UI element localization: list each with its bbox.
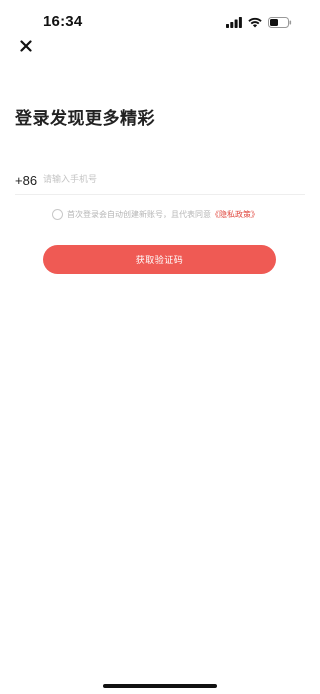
status-time: 16:34 bbox=[43, 13, 83, 30]
phone-number-input[interactable] bbox=[43, 170, 283, 190]
cellular-signal-icon bbox=[226, 16, 242, 28]
close-button[interactable] bbox=[17, 37, 35, 55]
agreement-text: 首次登录会自动创建新账号，且代表同意 bbox=[67, 210, 211, 219]
battery-icon bbox=[268, 16, 292, 28]
close-icon bbox=[20, 40, 32, 52]
country-code-selector[interactable]: +86 bbox=[15, 173, 43, 188]
agreement-checkbox[interactable] bbox=[52, 209, 63, 220]
phone-number-row: +86 bbox=[15, 166, 305, 195]
agreement-row: 首次登录会自动创建新账号，且代表同意 《隐私政策》 bbox=[52, 209, 259, 220]
wifi-icon bbox=[248, 17, 262, 27]
page-title: 登录发现更多精彩 bbox=[15, 109, 155, 129]
get-verification-code-button[interactable]: 获取验证码 bbox=[43, 245, 276, 274]
status-bar: 16:34 bbox=[0, 0, 320, 44]
home-indicator bbox=[103, 684, 217, 688]
status-icons bbox=[226, 16, 292, 28]
privacy-policy-link[interactable]: 《隐私政策》 bbox=[211, 209, 259, 220]
